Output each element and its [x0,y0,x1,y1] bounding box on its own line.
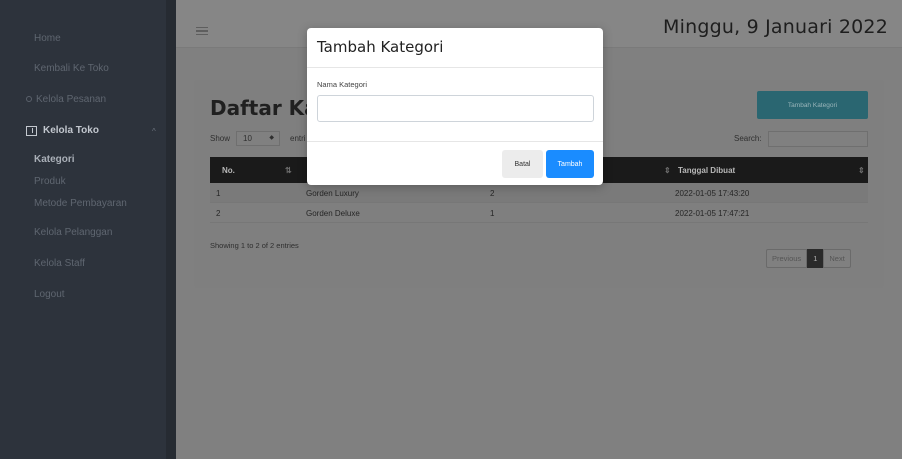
sidebar: Home Kembali Ke Toko Kelola Pesanan Kelo… [0,0,176,459]
sidebar-item-produk[interactable]: Produk [34,176,66,187]
entries-label: entri [290,134,306,143]
add-category-modal: Tambah Kategori Nama Kategori Batal Tamb… [307,28,603,185]
sidebar-item-kategori[interactable]: Kategori [34,154,75,165]
category-name-label: Nama Kategori [317,80,368,89]
chevron-up-icon[interactable]: ^ [152,127,156,136]
pagination: Previous 1 Next [766,249,851,268]
cell-name: Gorden Luxury [306,189,359,198]
sidebar-item-label: Kelola Toko [43,125,99,136]
sidebar-item-logout[interactable]: Logout [34,289,65,300]
sidebar-item-kelola-staff[interactable]: Kelola Staff [34,258,85,269]
submit-button[interactable]: Tambah [546,150,594,178]
cell-count: 2 [490,189,495,198]
add-category-button[interactable]: Tambah Kategori [757,91,868,119]
table-row: 2 Gorden Deluxe 1 2022-01-05 17:47:21 [210,203,868,223]
pagination-previous[interactable]: Previous [766,249,808,268]
modal-title: Tambah Kategori [317,38,444,56]
hamburger-icon[interactable] [196,27,208,35]
cell-date: 2022-01-05 17:43:20 [675,189,750,198]
sidebar-item-home[interactable]: Home [34,33,61,44]
category-name-input[interactable] [317,95,594,122]
showing-entries-text: Showing 1 to 2 of 2 entries [210,241,299,250]
search-input[interactable] [768,131,868,147]
modal-header: Tambah Kategori [307,28,603,68]
sidebar-scrollbar[interactable] [166,0,176,459]
cell-name: Gorden Deluxe [306,209,360,218]
entries-per-page-select[interactable]: 10 ◆ [236,131,280,146]
current-date: Minggu, 9 Januari 2022 [663,16,888,38]
entries-per-page-value: 10 [243,134,252,143]
search-label: Search: [734,134,762,143]
cancel-button[interactable]: Batal [502,150,543,178]
store-icon [26,125,37,136]
sidebar-item-kelola-toko[interactable]: Kelola Toko [26,125,99,136]
orders-icon [26,96,32,103]
sidebar-item-metode-pembayaran[interactable]: Metode Pembayaran [34,198,127,209]
pagination-next[interactable]: Next [823,249,851,268]
show-label: Show [210,134,231,143]
sort-icon[interactable]: ⇕ [858,166,865,175]
sidebar-item-kelola-pelanggan[interactable]: Kelola Pelanggan [34,227,112,238]
table-row: 1 Gorden Luxury 2 2022-01-05 17:43:20 [210,183,868,203]
cell-no: 2 [216,209,221,218]
column-header-tanggal-dibuat[interactable]: Tanggal Dibuat [678,166,735,175]
sort-icon[interactable]: ⇅ [285,166,292,175]
cell-count: 1 [490,209,495,218]
column-header-no[interactable]: No. [222,166,235,175]
cell-date: 2022-01-05 17:47:21 [675,209,750,218]
sidebar-item-kembali-ke-toko[interactable]: Kembali Ke Toko [34,63,109,74]
cell-no: 1 [216,189,221,198]
sort-icon[interactable]: ⇕ [664,166,671,175]
pagination-page-1[interactable]: 1 [807,249,824,268]
select-arrow-icon: ◆ [269,135,274,141]
sidebar-item-label: Kelola Pesanan [36,94,107,105]
sidebar-item-kelola-pesanan[interactable]: Kelola Pesanan [26,94,106,105]
